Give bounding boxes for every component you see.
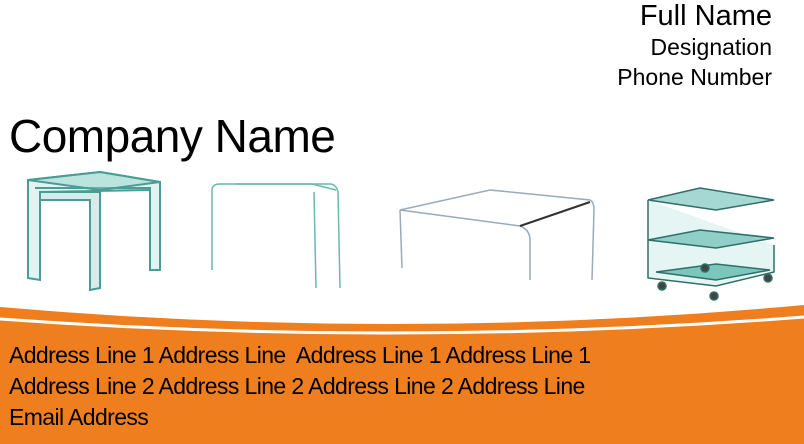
contact-block: Full Name Designation Phone Number <box>617 2 772 96</box>
phone-number: Phone Number <box>617 64 772 90</box>
glass-console-table-image <box>211 183 341 289</box>
product-images <box>27 170 775 301</box>
email-address: Email Address <box>9 404 149 430</box>
address-line-1: Address Line 1 Address Line Address Line… <box>9 342 591 368</box>
nesting-glass-tables-image <box>27 170 161 292</box>
designation: Designation <box>650 34 772 60</box>
address-line-2: Address Line 2 Address Line 2 Address Li… <box>9 373 585 399</box>
glass-trolley-side-table-image <box>647 187 775 301</box>
full-name: Full Name <box>639 0 772 32</box>
glass-coffee-table-image <box>399 189 595 281</box>
address-block: Address Line 1 Address Line Address Line… <box>9 340 591 433</box>
company-name: Company Name <box>9 110 336 162</box>
